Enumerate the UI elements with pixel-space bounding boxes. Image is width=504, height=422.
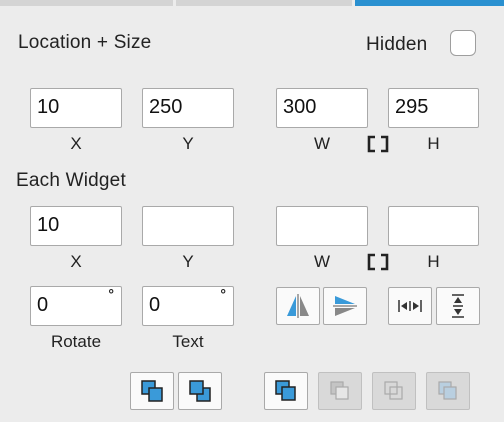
text-label: Text [172,332,204,351]
each-widget-title: Each Widget [16,170,126,191]
send-to-back-button[interactable] [318,372,362,410]
location-x-label: X [70,134,82,153]
bring-forward-icon [141,380,163,402]
location-w-input[interactable]: 300 [276,88,368,128]
tab-3-active[interactable] [355,0,504,6]
location-y-label: Y [182,134,194,153]
rotate-label: Rotate [50,332,102,351]
widget-w-label: W [313,252,331,271]
bracket-link-icon[interactable] [367,135,389,153]
flip-vertical-button[interactable] [323,287,367,325]
widget-y-input[interactable] [142,206,234,246]
rotate-degree-symbol: ° [108,286,114,302]
widget-h-label: H [427,252,440,271]
flip-horizontal-button[interactable] [276,287,320,325]
send-backward-icon [189,380,211,402]
distribute-vertical-icon [452,294,464,318]
distribute-horizontal-icon [398,300,422,312]
bring-to-front-icon [275,380,296,401]
text-degree-symbol: ° [220,286,226,302]
send-backward-button[interactable] [178,372,222,410]
tab-1[interactable] [0,0,173,6]
hidden-checkbox[interactable] [450,30,476,56]
location-x-input[interactable]: 10 [30,88,122,128]
location-h-label: H [427,134,440,153]
rotate-value: 0 [37,294,49,316]
location-w-label: W [313,134,331,153]
bring-to-front-button[interactable] [264,372,308,410]
widget-y-label: Y [182,252,194,271]
hidden-label: Hidden [366,34,428,55]
send-to-back-icon [330,381,349,400]
flip-horizontal-icon [287,294,309,318]
distribute-horizontal-button[interactable] [388,287,432,325]
bring-forward-button[interactable] [130,372,174,410]
flip-vertical-icon [333,296,357,316]
ungroup-icon [438,381,457,400]
widget-h-input[interactable] [388,206,479,246]
distribute-vertical-button[interactable] [436,287,480,325]
widget-x-input[interactable]: 10 [30,206,122,246]
widget-w-input[interactable] [276,206,368,246]
rotate-input[interactable]: 0 ° [30,286,122,326]
text-rotate-input[interactable]: 0 ° [142,286,234,326]
group-icon [384,381,403,400]
ungroup-button[interactable] [426,372,470,410]
location-size-title: Location + Size [18,32,152,53]
bracket-link-icon[interactable] [367,253,389,271]
tab-bar [0,0,504,6]
text-rotate-value: 0 [149,294,161,316]
widget-x-label: X [70,252,82,271]
group-button[interactable] [372,372,416,410]
location-h-input[interactable]: 295 [388,88,479,128]
location-y-input[interactable]: 250 [142,88,234,128]
tab-2[interactable] [176,0,352,6]
